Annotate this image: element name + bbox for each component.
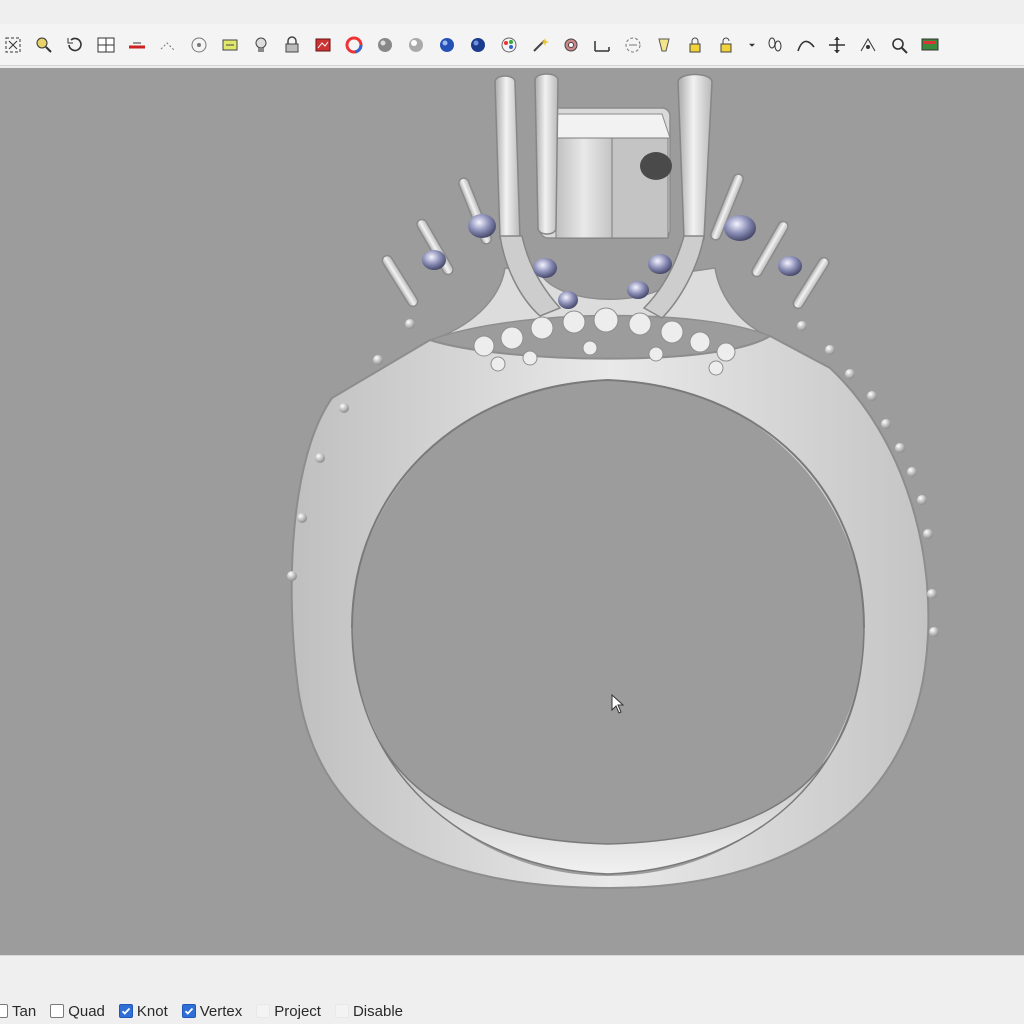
check-icon xyxy=(121,1007,131,1015)
osnap-project-label: Project xyxy=(274,1002,321,1020)
sphere-silver-icon[interactable] xyxy=(405,34,427,56)
dropdown-arrow-icon[interactable] xyxy=(746,34,758,56)
osnap-tan-label: Tan xyxy=(12,1002,37,1020)
curve-tool-icon[interactable] xyxy=(795,34,817,56)
mouse-pointer-icon xyxy=(611,693,625,718)
ring-3d-model xyxy=(287,73,939,890)
osnap-project[interactable]: Project xyxy=(256,1003,321,1020)
osnap-quad[interactable]: Quad xyxy=(50,1003,105,1020)
sphere-gray-icon[interactable] xyxy=(374,34,396,56)
osnap-disable-checkbox[interactable] xyxy=(334,1004,349,1018)
bulb-icon[interactable] xyxy=(250,34,272,56)
main-toolbar xyxy=(0,24,1024,66)
osnap-project-checkbox[interactable] xyxy=(256,1004,271,1018)
osnap-tan-checkbox[interactable] xyxy=(0,1004,8,1018)
undo-view-icon[interactable] xyxy=(64,34,86,56)
snap-settings-icon[interactable] xyxy=(622,34,644,56)
padlock-icon[interactable] xyxy=(684,34,706,56)
monitor-icon[interactable] xyxy=(919,34,941,56)
osnap-tan[interactable]: Tan xyxy=(0,1003,36,1020)
gear-icon[interactable] xyxy=(560,34,582,56)
sphere-blue-dark-icon[interactable] xyxy=(467,34,489,56)
osnap-knot[interactable]: Knot xyxy=(118,1002,168,1020)
target-icon[interactable] xyxy=(188,34,210,56)
render-icon[interactable] xyxy=(312,34,334,56)
color-palette-icon[interactable] xyxy=(498,34,520,56)
footprints-icon[interactable] xyxy=(764,34,786,56)
osnap-bar: Tan Quad Knot Vertex Project Disable xyxy=(0,1000,417,1022)
dimension-icon[interactable] xyxy=(591,34,613,56)
lock-icon[interactable] xyxy=(281,34,303,56)
title-strip xyxy=(0,0,1024,24)
osnap-disable-label: Disable xyxy=(352,1002,403,1020)
set-cplane-icon[interactable] xyxy=(126,34,148,56)
light-icon[interactable] xyxy=(653,34,675,56)
named-view-icon[interactable] xyxy=(219,34,241,56)
osnap-quad-label: Quad xyxy=(68,1002,105,1020)
sphere-blue-icon[interactable] xyxy=(436,34,458,56)
check-icon xyxy=(184,1007,193,1015)
zoom-extents-icon[interactable] xyxy=(2,34,24,56)
color-wheel-icon[interactable] xyxy=(343,34,365,56)
osnap-disable[interactable]: Disable xyxy=(334,1002,403,1020)
cplane-elevation-icon[interactable] xyxy=(157,34,179,56)
four-viewports-icon[interactable] xyxy=(95,34,117,56)
zoom-window-icon[interactable] xyxy=(33,34,55,56)
padlock-open-icon[interactable] xyxy=(715,34,737,56)
move-icon[interactable] xyxy=(826,34,848,56)
transform-icon[interactable] xyxy=(857,34,879,56)
osnap-knot-label: Knot xyxy=(136,1002,168,1020)
osnap-vertex[interactable]: Vertex xyxy=(181,1002,243,1020)
osnap-vertex-label: Vertex xyxy=(199,1002,243,1020)
osnap-quad-checkbox[interactable] xyxy=(50,1004,65,1018)
osnap-vertex-checkbox[interactable] xyxy=(181,1004,196,1018)
osnap-knot-checkbox[interactable] xyxy=(118,1004,133,1018)
perspective-viewport[interactable] xyxy=(0,68,1024,955)
analyze-icon[interactable] xyxy=(888,34,910,56)
magic-wand-icon[interactable] xyxy=(529,34,551,56)
